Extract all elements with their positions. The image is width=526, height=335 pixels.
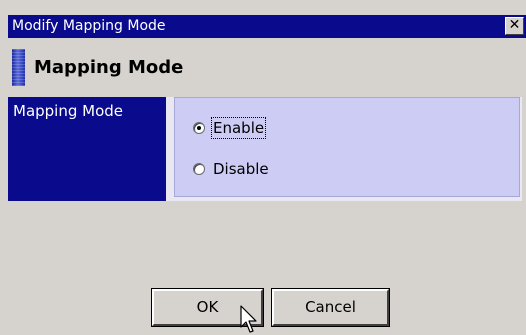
field-label-cell: Mapping Mode — [8, 97, 166, 201]
radio-disable-label[interactable]: Disable — [213, 160, 269, 178]
close-icon: ✕ — [508, 17, 521, 33]
close-button[interactable]: ✕ — [505, 17, 524, 35]
section-header: Mapping Mode — [12, 49, 512, 89]
radio-enable-label[interactable]: Enable — [210, 117, 267, 139]
section-title: Mapping Mode — [34, 57, 184, 78]
radio-disable-indicator[interactable] — [193, 163, 205, 175]
options-cell: Enable Disable — [174, 97, 520, 197]
dialog-title: Modify Mapping Mode — [12, 18, 166, 34]
cancel-button[interactable]: Cancel — [271, 288, 390, 327]
radio-enable-indicator[interactable] — [193, 122, 205, 134]
modify-mapping-mode-dialog: Modify Mapping Mode ✕ Mapping Mode Mappi… — [0, 0, 526, 335]
title-bar[interactable]: Modify Mapping Mode ✕ — [8, 15, 526, 38]
radio-enable[interactable]: Enable — [193, 117, 267, 139]
radio-disable[interactable]: Disable — [193, 158, 269, 180]
field-label: Mapping Mode — [13, 102, 124, 120]
mouse-pointer-icon — [240, 305, 257, 333]
header-accent-bar — [12, 49, 25, 86]
